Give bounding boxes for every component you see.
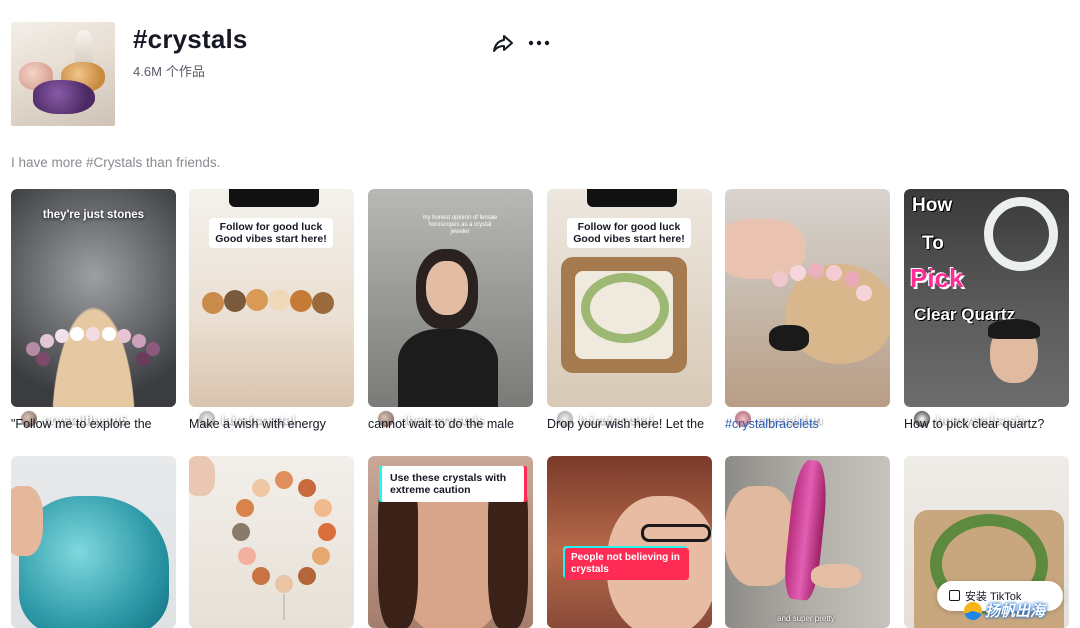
video-overlay-box: People not believing in crystals	[565, 548, 689, 580]
video-count-unit: 个作品	[165, 64, 205, 79]
video-overlay-text: my honest opinion of female horoscopes a…	[422, 215, 498, 235]
decorative-banner	[229, 189, 319, 207]
watermark: 扬帆出海	[964, 600, 1045, 621]
person-body	[398, 329, 498, 407]
finger	[811, 564, 861, 588]
video-thumbnail: they're just stones	[11, 189, 176, 407]
video-overlay-box: Use these crystals with extreme caution	[382, 466, 524, 502]
person-face	[426, 261, 468, 315]
share-icon[interactable]	[491, 31, 515, 55]
video-caption[interactable]: How to pick clear quartz?	[904, 417, 1069, 431]
overlay-word: To	[922, 233, 944, 254]
video-caption[interactable]: Drop your wish here! Let the	[547, 417, 712, 431]
video-thumbnail: Follow for good luck Good vibes start he…	[547, 189, 712, 407]
video-overlay-box: Follow for good luck Good vibes start he…	[567, 218, 691, 248]
person-hair	[988, 319, 1040, 339]
hand	[11, 486, 43, 556]
hashtag-page: #crystals 4.6M 个作品 I have more #Crystals …	[0, 0, 1080, 628]
quartz-bracelet	[984, 197, 1058, 271]
video-thumbnail: and super pretty	[725, 456, 890, 628]
video-card[interactable]: People not believing in crystals	[547, 456, 712, 628]
video-caption-hashtag[interactable]: #crystalbracelets	[725, 417, 890, 431]
install-icon	[949, 590, 960, 601]
fingernail	[769, 325, 809, 351]
video-thumbnail	[725, 189, 890, 407]
video-caption[interactable]: "Follow me to explore the	[11, 417, 176, 431]
overlay-line: Follow for good luck	[577, 221, 681, 233]
video-card[interactable]: and super pretty	[725, 456, 890, 628]
video-count-value: 4.6M	[133, 64, 162, 79]
decorative-banner	[587, 189, 677, 207]
hashtag-cover-image	[11, 22, 115, 126]
video-overlay-text: they're just stones	[42, 209, 145, 221]
video-caption[interactable]: Make a wish with energy	[189, 417, 354, 431]
video-card[interactable]: How To Pick Clear Quartz hqcrystalsasia …	[904, 189, 1069, 439]
video-card[interactable]: crystal.fun #crystalbracelets	[725, 189, 890, 439]
video-overlay-box: Follow for good luck Good vibes start he…	[209, 218, 333, 248]
video-subtitle: and super pretty	[777, 614, 835, 623]
video-card[interactable]: they're just stones crystalfluent6 "Foll…	[11, 189, 176, 439]
watermark-text: 扬帆出海	[985, 603, 1046, 620]
video-card[interactable]: Use these crystals with extreme caution	[368, 456, 533, 628]
overlay-line: Follow for good luck	[219, 221, 323, 233]
hashtag-title: #crystals	[133, 24, 248, 54]
video-thumbnail	[189, 456, 354, 628]
video-thumbnail: Use these crystals with extreme caution	[368, 456, 533, 628]
hand	[189, 456, 215, 496]
watermark-logo-icon	[964, 601, 982, 620]
video-thumbnail: People not believing in crystals	[547, 456, 712, 628]
video-thumbnail: Follow for good luck Good vibes start he…	[189, 189, 354, 407]
overlay-line: Good vibes start here!	[573, 233, 685, 245]
glasses	[641, 524, 711, 542]
video-card[interactable]	[11, 456, 176, 628]
video-count: 4.6M 个作品	[133, 61, 209, 80]
video-thumbnail	[11, 456, 176, 628]
more-dots-icon[interactable]	[526, 31, 552, 55]
overlay-word: How	[912, 195, 953, 216]
video-thumbnail: How To Pick Clear Quartz	[904, 189, 1069, 407]
hashtag-description: I have more #Crystals than friends.	[11, 155, 221, 170]
green-bracelet	[581, 273, 669, 343]
video-caption[interactable]: cannot wait to do the male	[368, 417, 533, 431]
video-card[interactable]: Follow for good luck Good vibes start he…	[189, 189, 354, 439]
overlay-line: Good vibes start here!	[215, 233, 327, 245]
overlay-word: Pick	[910, 263, 964, 293]
video-thumbnail: my honest opinion of female horoscopes a…	[368, 189, 533, 407]
video-card[interactable]: Follow for good luck Good vibes start he…	[547, 189, 712, 439]
video-card[interactable]	[189, 456, 354, 628]
video-card[interactable]: my honest opinion of female horoscopes a…	[368, 189, 533, 439]
